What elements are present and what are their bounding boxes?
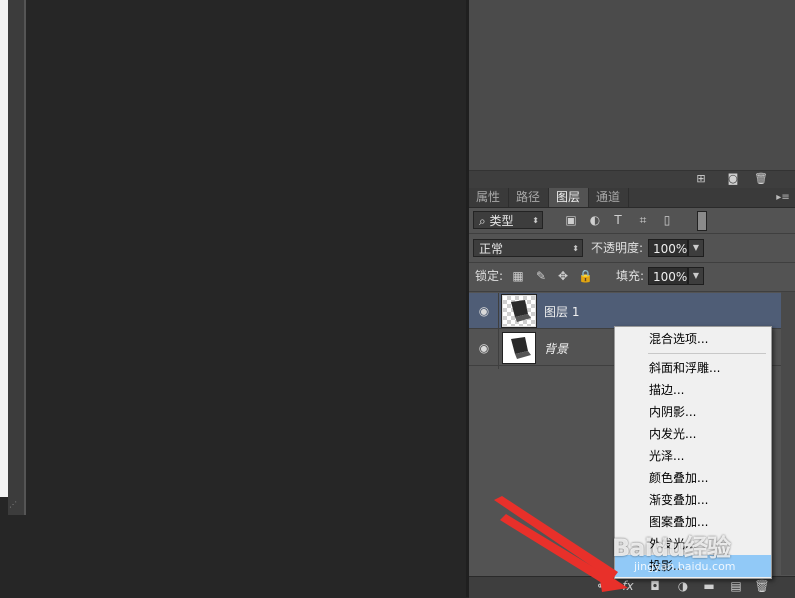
pixel-filter-icon[interactable]: ▣ [563, 212, 579, 228]
fill-label: 填充: [616, 269, 645, 283]
fill-dropdown-button[interactable]: ▼ [688, 267, 704, 285]
filter-kind-value: 类型 [489, 214, 514, 228]
chevron-updown-icon: ⬍ [572, 244, 579, 253]
menu-item-bevel-emboss[interactable]: 斜面和浮雕... [615, 357, 771, 379]
adjustment-layer-icon[interactable]: ◑ [674, 578, 692, 595]
opacity-dropdown-button[interactable]: ▼ [688, 239, 704, 257]
chevron-updown-icon: ⬍ [532, 216, 539, 225]
smart-object-filter-icon[interactable]: ▯ [659, 212, 675, 228]
lock-transparency-icon[interactable]: ▦ [511, 269, 525, 283]
tab-channels[interactable]: 通道 [589, 188, 629, 207]
menu-item-inner-shadow[interactable]: 内阴影... [615, 401, 771, 423]
laptop-icon [511, 300, 531, 322]
layer1-thumbnail [501, 294, 537, 328]
adjustment-filter-icon[interactable]: ◐ [587, 212, 603, 228]
lock-label: 锁定: [475, 269, 504, 283]
blend-mode-value: 正常 [479, 242, 504, 256]
resize-grip-icon[interactable]: ⋰ [9, 499, 21, 511]
new-adjustment-icon[interactable]: ⊞ [692, 170, 710, 187]
layers-scrollbar[interactable] [781, 292, 795, 575]
watermark-logo: Baidu经验 [612, 534, 731, 562]
lock-pixels-brush-icon[interactable]: ✎ [534, 269, 548, 283]
document-canvas-edge [0, 0, 8, 497]
layer-name: 背景 [544, 342, 569, 356]
menu-item-blending-options[interactable]: 混合选项... [615, 328, 771, 350]
menu-item-color-overlay[interactable]: 颜色叠加... [615, 467, 771, 489]
background-thumbnail [502, 332, 536, 364]
search-icon: ⌕ [479, 214, 490, 228]
blend-mode-select[interactable]: 正常 ⬍ [473, 239, 583, 257]
eye-icon[interactable]: ◉ [476, 303, 492, 319]
divider [469, 233, 795, 234]
tab-paths[interactable]: 路径 [509, 188, 549, 207]
filter-toggle[interactable] [697, 211, 707, 231]
opacity-label: 不透明度: [591, 241, 644, 255]
laptop-icon [511, 337, 531, 359]
divider [469, 291, 795, 292]
fill-input[interactable]: 100% [648, 267, 688, 285]
lock-all-icon[interactable]: 🔒 [578, 269, 593, 283]
tab-properties[interactable]: 属性 [469, 188, 509, 207]
tab-layers[interactable]: 图层 [549, 188, 589, 207]
upper-panel [469, 0, 795, 170]
divider [469, 262, 795, 263]
trash-icon[interactable]: 🗑 [753, 578, 771, 595]
upper-panel-toolbar [469, 170, 795, 188]
eye-icon[interactable]: ◉ [476, 340, 492, 356]
filter-kind-select[interactable]: ⌕ 类型 ⬍ [473, 211, 543, 229]
lock-position-move-icon[interactable]: ✥ [556, 269, 570, 283]
trash-icon[interactable]: 🗑 [752, 170, 770, 187]
opacity-input[interactable]: 100% [648, 239, 688, 257]
document-window-frame [8, 0, 26, 515]
shape-filter-icon[interactable]: ⌗ [635, 212, 651, 228]
layer-name: 图层 1 [544, 305, 580, 319]
camera-icon[interactable]: ◙ [724, 170, 742, 187]
menu-item-stroke[interactable]: 描边... [615, 379, 771, 401]
new-layer-icon[interactable]: ▤ [727, 578, 745, 595]
menu-separator [648, 353, 766, 354]
folder-icon[interactable]: ▬ [700, 578, 718, 595]
menu-item-inner-glow[interactable]: 内发光... [615, 423, 771, 445]
watermark-url: jingyan.baidu.com [634, 560, 736, 573]
panel-menu-icon[interactable]: ▸≡ [774, 190, 792, 205]
menu-item-satin[interactable]: 光泽... [615, 445, 771, 467]
type-filter-icon[interactable]: T [610, 212, 626, 228]
add-mask-icon[interactable]: ◘ [646, 578, 664, 595]
